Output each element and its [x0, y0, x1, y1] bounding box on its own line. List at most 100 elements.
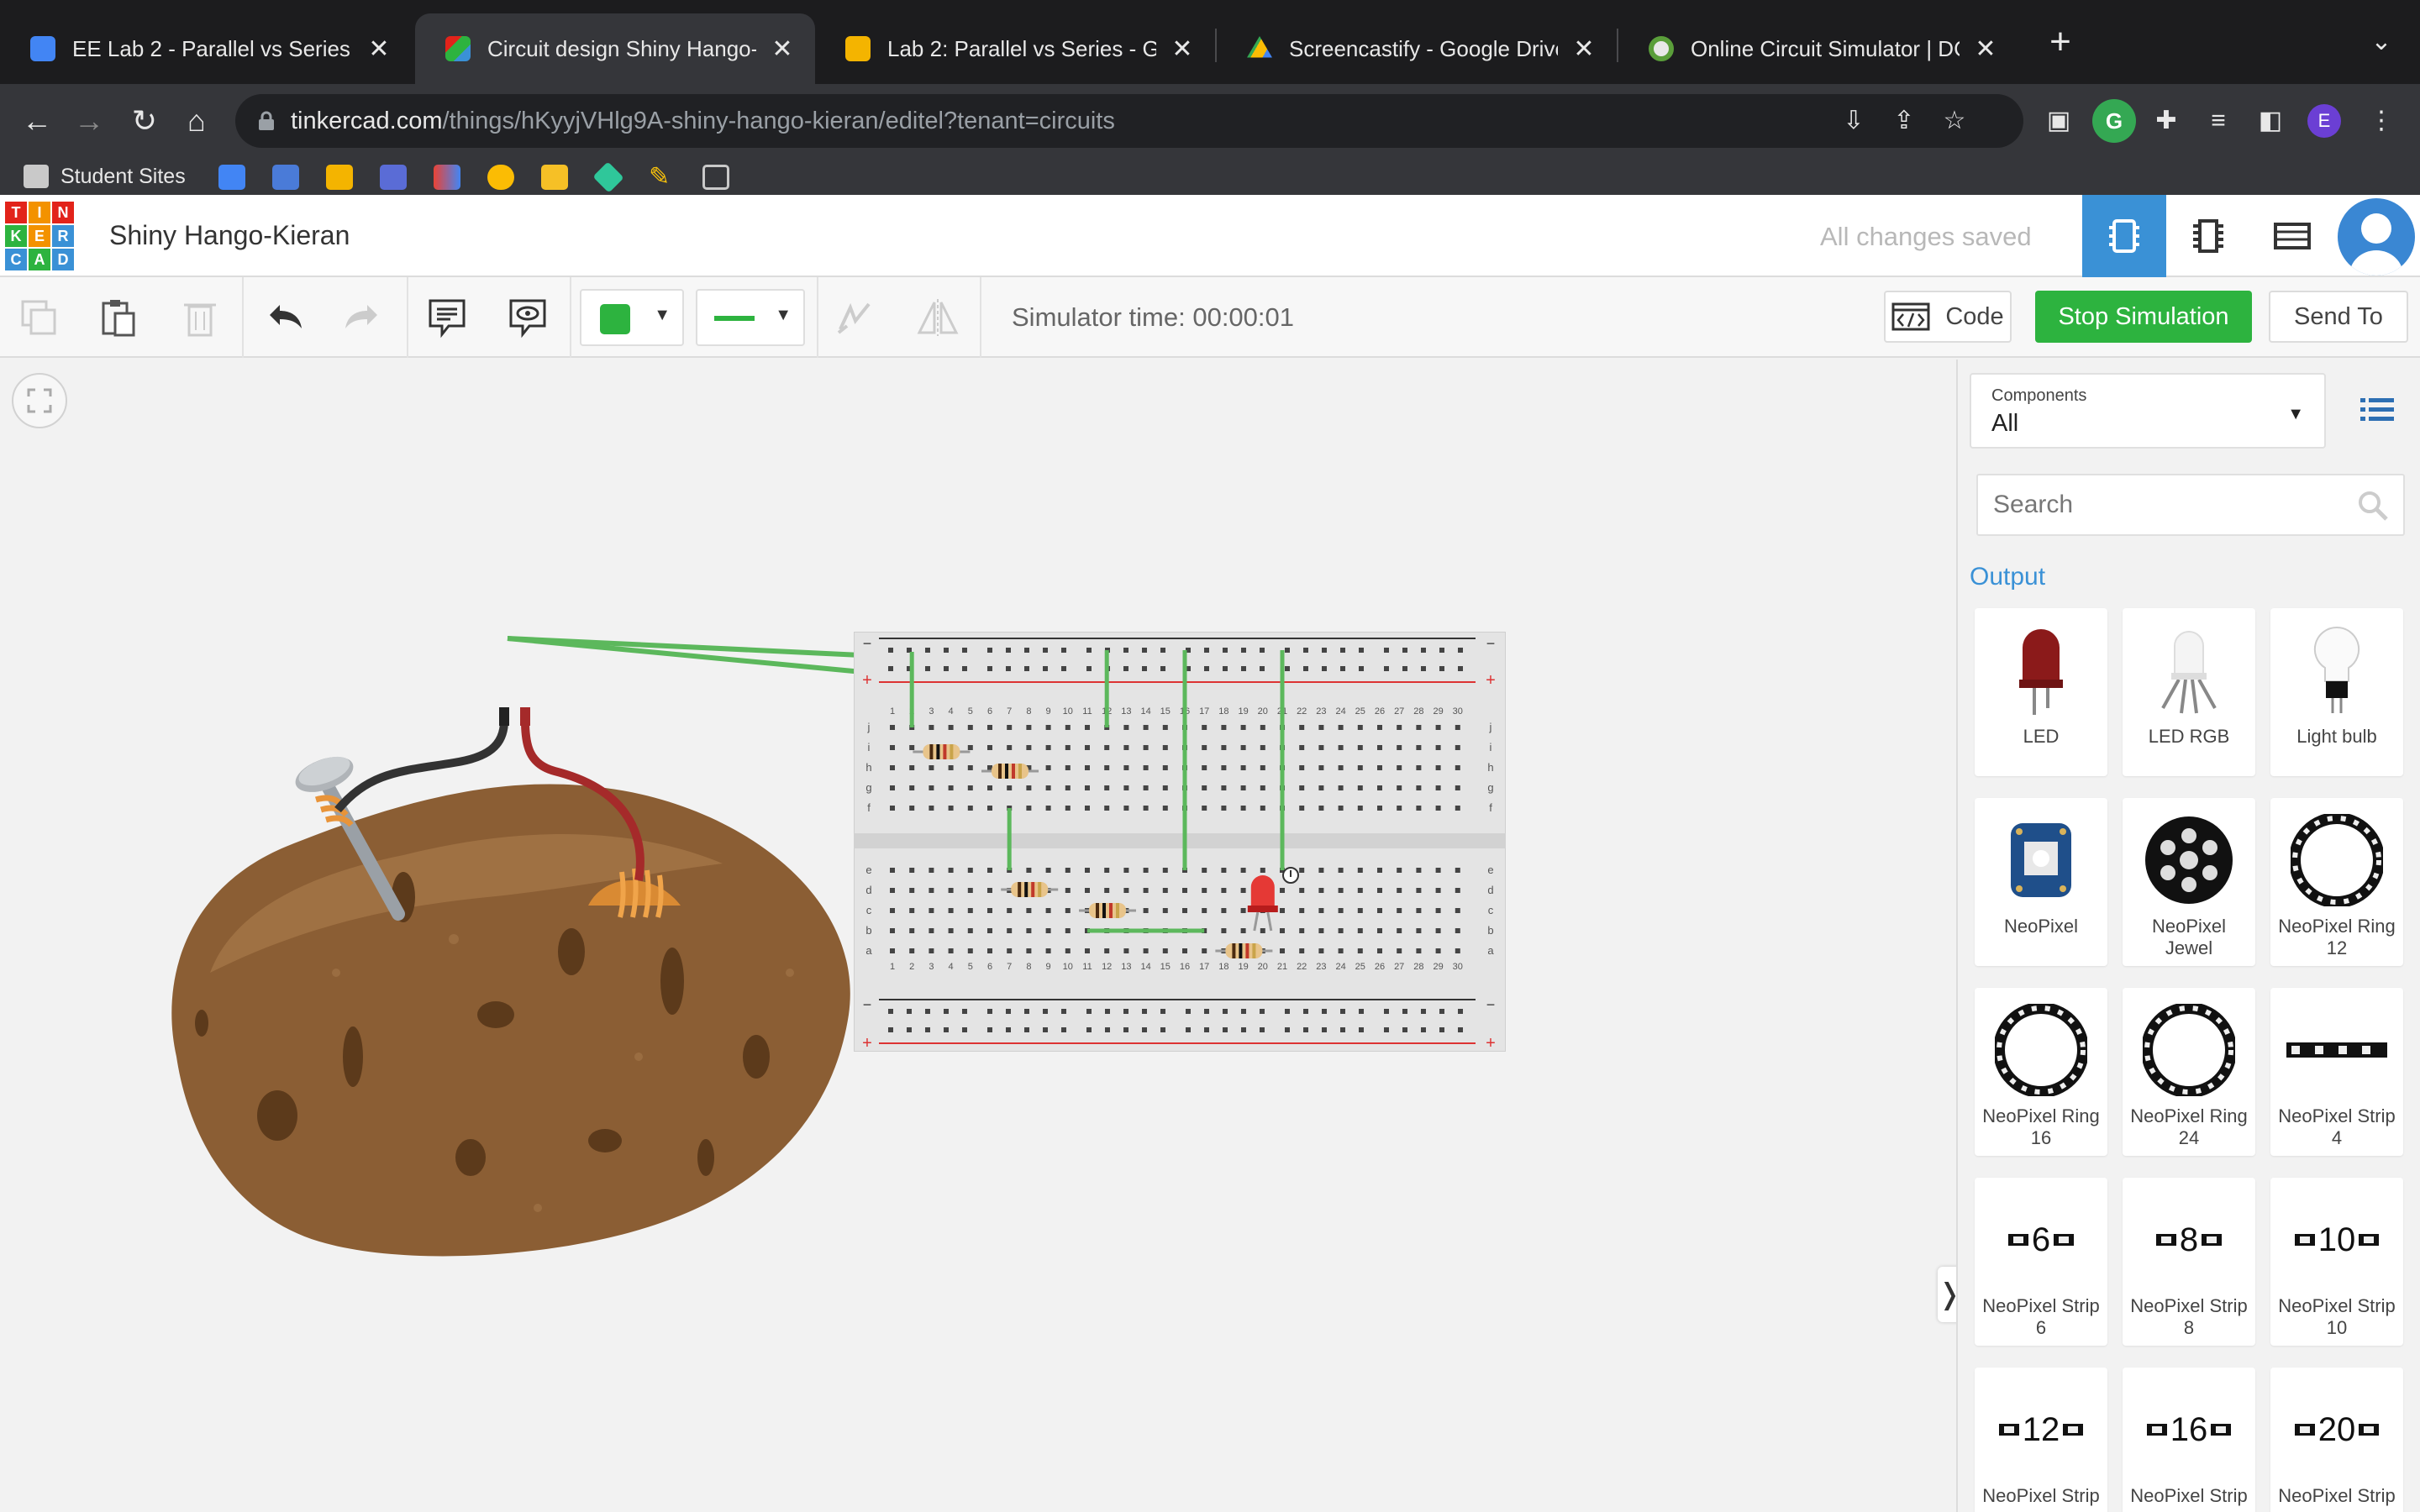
- delete-button[interactable]: [175, 292, 225, 343]
- component-tile[interactable]: LED RGB: [2123, 608, 2255, 776]
- breadboard-hole: [1416, 928, 1422, 933]
- reload-icon[interactable]: ↻: [121, 97, 168, 144]
- extensions-puzzle-icon[interactable]: ✚: [2144, 99, 2188, 143]
- side-panel-icon[interactable]: ◧: [2249, 99, 2292, 143]
- new-tab-button[interactable]: +: [2042, 18, 2079, 66]
- browser-tab-ee-lab[interactable]: EE Lab 2 - Parallel vs Series ✕: [0, 13, 412, 84]
- browser-tab-screencastify[interactable]: Screencastify - Google Drive ✕: [1217, 13, 1617, 84]
- close-tab-icon[interactable]: ✕: [1571, 34, 1597, 64]
- breadboard[interactable]: −+−+−+−+11223344556677889910101111121213…: [853, 631, 1507, 1053]
- column-number: 2: [909, 962, 914, 972]
- paste-button[interactable]: [92, 292, 143, 343]
- column-number: 21: [1277, 962, 1287, 972]
- breadboard-hole: [1285, 648, 1290, 653]
- bookmark-star-icon[interactable]: ☆: [1938, 104, 1971, 138]
- undo-button[interactable]: [259, 292, 309, 343]
- close-tab-icon[interactable]: ✕: [1973, 34, 1998, 64]
- home-icon[interactable]: ⌂: [173, 97, 220, 144]
- share-icon[interactable]: ⇪: [1887, 104, 1921, 138]
- potato-battery[interactable]: [151, 620, 891, 1275]
- close-tab-icon[interactable]: ✕: [1170, 34, 1195, 64]
- breadboard-hole: [1007, 928, 1013, 933]
- breadboard-hole: [1006, 1009, 1011, 1014]
- component-tile[interactable]: 10 NeoPixel Strip 10: [2270, 1178, 2403, 1346]
- notes-visibility-button[interactable]: [502, 292, 553, 343]
- code-button[interactable]: Code: [1884, 291, 2012, 343]
- forward-arrow-icon[interactable]: →: [66, 97, 113, 144]
- close-tab-icon[interactable]: ✕: [366, 34, 392, 64]
- table-list-icon: [2274, 223, 2311, 249]
- classroom-icon[interactable]: [487, 165, 514, 190]
- tinkercad-logo[interactable]: TIN KER CAD: [5, 202, 76, 272]
- fit-view-button[interactable]: [12, 373, 67, 428]
- address-bar[interactable]: tinkercad.com/things/hKyyjVHlg9A-shiny-h…: [235, 94, 2023, 148]
- browser-tab-dcac[interactable]: Online Circuit Simulator | DCA ✕: [1618, 13, 2018, 84]
- component-tile[interactable]: Light bulb: [2270, 608, 2403, 776]
- extension-icon[interactable]: ▣: [2037, 99, 2081, 143]
- back-arrow-icon[interactable]: ←: [13, 97, 60, 144]
- broom-icon[interactable]: ✎: [649, 165, 676, 190]
- breadboard-hole: [1260, 806, 1265, 811]
- component-tile[interactable]: NeoPixel Jewel: [2123, 798, 2255, 966]
- notes-button[interactable]: [422, 292, 472, 343]
- component-tile[interactable]: NeoPixel Ring 16: [1975, 988, 2107, 1156]
- breadboard-hole: [1007, 785, 1013, 790]
- component-tile[interactable]: NeoPixel Ring 24: [2123, 988, 2255, 1156]
- column-number: 23: [1316, 706, 1326, 717]
- breadboard-hole: [909, 868, 915, 873]
- circuit-view-button[interactable]: [2082, 195, 2166, 277]
- browser-tab-lab2-slides[interactable]: Lab 2: Parallel vs Series - Goo ✕: [815, 13, 1215, 84]
- user-avatar[interactable]: [2338, 198, 2415, 276]
- components-filter-dropdown[interactable]: Components All ▼: [1970, 373, 2326, 449]
- bookmark-folder-student-sites[interactable]: Student Sites: [24, 158, 186, 195]
- component-tile[interactable]: 12 NeoPixel Strip: [1975, 1368, 2107, 1512]
- schematic-view-button[interactable]: [2166, 195, 2250, 277]
- more-menu-icon[interactable]: ⋮: [2360, 99, 2403, 143]
- close-tab-icon[interactable]: ✕: [770, 34, 795, 64]
- breadboard-hole: [929, 785, 934, 790]
- send-to-button[interactable]: Send To: [2269, 291, 2408, 343]
- folder-icon[interactable]: [702, 165, 729, 190]
- rotate-button[interactable]: [829, 292, 879, 343]
- component-list-view-button[interactable]: [2250, 195, 2334, 277]
- redo-button[interactable]: [338, 292, 388, 343]
- forms-icon[interactable]: [380, 165, 407, 190]
- browser-tab-tinkercad[interactable]: Circuit design Shiny Hango-Ki ✕: [415, 13, 815, 84]
- sites-icon[interactable]: [541, 165, 568, 190]
- slides-icon[interactable]: [326, 165, 353, 190]
- media-controls-icon[interactable]: ≡: [2196, 99, 2240, 143]
- component-tile[interactable]: 6 NeoPixel Strip 6: [1975, 1178, 2107, 1346]
- gmail-icon[interactable]: [434, 165, 460, 190]
- tab-search-chevron-icon[interactable]: ⌄: [2363, 18, 2400, 66]
- circuit-workplane[interactable]: −+−+−+−+11223344556677889910101111121213…: [0, 360, 1962, 1512]
- wire-type-dropdown[interactable]: ▼: [696, 289, 805, 346]
- calendar-icon[interactable]: [218, 165, 245, 190]
- breadboard-hole: [1455, 725, 1460, 730]
- flip-button[interactable]: [913, 292, 963, 343]
- breadboard-hole: [925, 648, 930, 653]
- component-tile[interactable]: NeoPixel Ring 12: [2270, 798, 2403, 966]
- search-input[interactable]: [1978, 475, 2348, 534]
- wire-color-dropdown[interactable]: ▼: [580, 289, 684, 346]
- component-tile[interactable]: 8 NeoPixel Strip 8: [2123, 1178, 2255, 1346]
- breadboard-hole: [1065, 948, 1071, 953]
- component-tile[interactable]: 20 NeoPixel Strip: [2270, 1368, 2403, 1512]
- breadboard-hole: [1204, 666, 1209, 671]
- component-tile[interactable]: NeoPixel Strip 4: [2270, 988, 2403, 1156]
- component-tile[interactable]: 16 NeoPixel Strip: [2123, 1368, 2255, 1512]
- list-view-button[interactable]: [2353, 388, 2402, 432]
- component-tile[interactable]: NeoPixel: [1975, 798, 2107, 966]
- stop-simulation-button[interactable]: Stop Simulation: [2035, 291, 2252, 343]
- breadboard-hole: [1377, 725, 1382, 730]
- install-app-icon[interactable]: ⇩: [1837, 104, 1870, 138]
- docs-icon[interactable]: [272, 165, 299, 190]
- search-icon[interactable]: [2356, 489, 2390, 522]
- resistor-band: [1005, 764, 1008, 779]
- component-tile[interactable]: LED: [1975, 608, 2107, 776]
- extension-icon[interactable]: [592, 161, 624, 193]
- grammarly-icon[interactable]: G: [2092, 99, 2136, 143]
- column-number: 6: [987, 962, 992, 972]
- profile-avatar[interactable]: E: [2307, 104, 2341, 138]
- design-title[interactable]: Shiny Hango-Kieran: [109, 220, 350, 251]
- copy-button[interactable]: [13, 292, 64, 343]
